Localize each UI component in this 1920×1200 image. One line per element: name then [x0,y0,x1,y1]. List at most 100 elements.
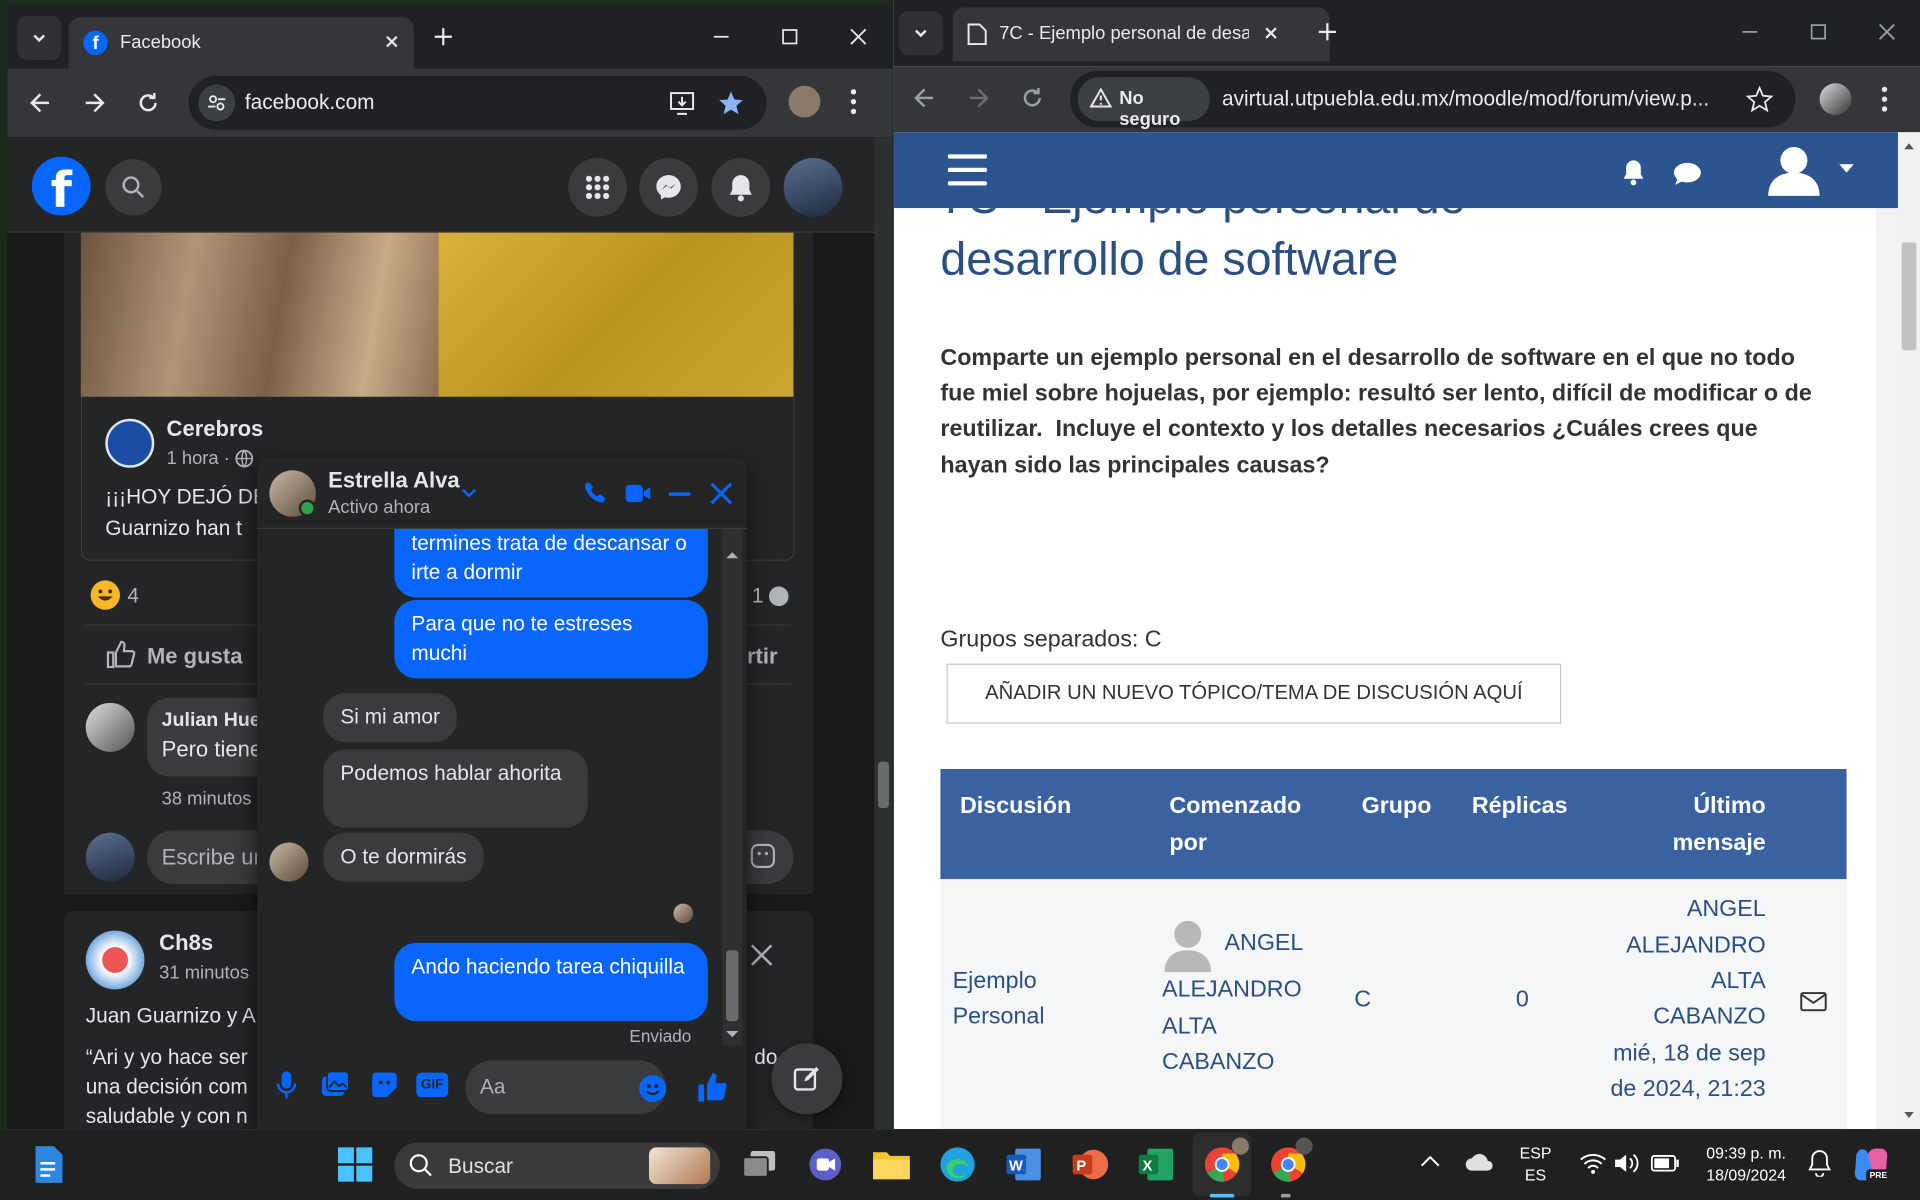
file-explorer-icon[interactable] [867,1140,916,1189]
post-time[interactable]: 31 minutos [159,962,249,983]
column-header-replies[interactable]: Réplicas [1472,789,1568,826]
messenger-icon[interactable] [639,157,698,217]
comment-time[interactable]: 38 minutos [162,789,252,810]
discussion-link-line2[interactable]: Personal [953,999,1045,1035]
close-window-icon[interactable] [1859,7,1915,56]
sticker-icon[interactable] [370,1070,399,1099]
add-discussion-button[interactable]: AÑADIR UN NUEVO TÓPICO/TEMA DE DISCUSIÓN… [946,663,1562,724]
edge-browser-icon[interactable] [933,1140,982,1189]
column-header-group[interactable]: Grupo [1362,789,1432,826]
volume-icon[interactable] [1614,1152,1641,1174]
notifications-bell-icon[interactable] [711,157,771,217]
widgets-app-icon[interactable] [24,1140,73,1189]
message-bubble-received[interactable]: Podemos hablar ahorita [323,749,588,828]
gif-button[interactable]: GIF [416,1072,449,1098]
language-indicator[interactable]: ESP ES [1511,1142,1560,1186]
haha-reaction-icon[interactable] [90,580,121,610]
message-bubble-sent[interactable]: termines trata de descansar o irte a dor… [394,528,708,598]
forward-icon[interactable] [81,89,108,116]
teams-meet-icon[interactable] [801,1140,850,1189]
facebook-logo-icon[interactable]: f [31,156,91,219]
profile-avatar[interactable] [788,85,821,118]
back-icon[interactable] [27,89,54,116]
emoji-icon[interactable] [639,1075,667,1103]
column-header-last-post[interactable]: Último mensaje [1607,789,1766,862]
scroll-down-icon[interactable] [726,1031,739,1038]
last-post-line4[interactable]: CABANZO [1570,999,1765,1035]
hamburger-menu-icon[interactable] [947,154,987,186]
sticker-icon[interactable] [749,842,776,869]
bookmark-star-icon[interactable] [718,89,745,116]
tab-moodle[interactable]: 7C - Ejemplo personal de desarr [952,7,1330,62]
site-info-icon[interactable] [198,84,236,122]
excel-app-icon[interactable]: X [1131,1140,1180,1189]
close-tab-icon[interactable] [1261,23,1281,43]
reload-icon[interactable] [1019,84,1046,111]
close-chat-icon[interactable] [710,482,733,505]
minimize-chat-icon[interactable] [668,492,691,497]
tab-facebook[interactable]: f Facebook [68,17,414,69]
reload-icon[interactable] [135,89,162,116]
started-by-line3[interactable]: ALTA [1162,1009,1217,1045]
share-button[interactable]: rtir [747,644,778,670]
minimize-icon[interactable] [1722,7,1778,56]
taskbar-search-box[interactable]: Buscar [394,1142,721,1189]
close-icon[interactable] [749,943,773,967]
user-menu-avatar-icon[interactable] [1766,142,1822,198]
last-post-date-line2[interactable]: de 2024, 21:23 [1570,1071,1765,1107]
started-by-line2[interactable]: ALEJANDRO [1162,972,1302,1008]
reaction-count[interactable]: 4 [127,584,139,608]
start-windows-icon[interactable] [331,1140,380,1189]
scroll-up-icon[interactable] [726,551,739,559]
post-author[interactable]: Ch8s [159,931,213,957]
column-header-started-by[interactable]: Comenzado por [1169,789,1328,862]
message-bubble-sent[interactable]: Para que no te estreses muchi [394,600,708,679]
notifications-bell-icon[interactable] [1621,159,1645,186]
post-author[interactable]: Cerebros [167,416,264,442]
page-avatar[interactable] [85,930,145,990]
address-bar[interactable]: facebook.com [188,75,767,130]
photo-icon[interactable] [321,1070,350,1099]
notification-bell-icon[interactable] [1807,1150,1831,1177]
address-bar[interactable]: No seguro avirtual.utpuebla.edu.mx/moodl… [1070,71,1796,130]
messages-chat-icon[interactable] [1673,162,1702,186]
chat-scrollbar-thumb[interactable] [726,950,739,1022]
chrome-menu-icon[interactable] [850,88,857,115]
message-bubble-received[interactable]: O te dormirás [323,832,484,882]
last-post-line1[interactable]: ANGEL [1570,891,1766,927]
chevron-down-icon[interactable] [460,487,477,499]
profile-avatar[interactable] [1819,83,1852,116]
scrollbar[interactable] [1897,132,1920,1129]
scroll-up-icon[interactable] [1904,142,1914,150]
menu-grid-icon[interactable] [568,157,627,217]
scrollbar-thumb[interactable] [877,761,889,809]
microphone-icon[interactable] [274,1070,298,1099]
video-call-icon[interactable] [624,482,651,504]
wifi-icon[interactable] [1580,1152,1607,1174]
new-tab-icon[interactable] [431,24,455,48]
onedrive-cloud-icon[interactable] [1465,1152,1494,1172]
like-icon[interactable] [105,639,137,671]
started-by-line4[interactable]: CABANZO [1162,1044,1274,1080]
new-tab-icon[interactable] [1315,20,1339,44]
forward-icon[interactable] [965,84,992,111]
chat-scrollbar[interactable] [722,528,743,1046]
security-chip[interactable]: No seguro [1077,77,1210,130]
like-button[interactable]: Me gusta [147,644,243,670]
new-message-button[interactable] [771,1043,843,1115]
last-post-line3[interactable]: ALTA [1570,964,1766,1000]
page-avatar[interactable] [105,418,155,468]
commenter-avatar[interactable] [85,702,135,752]
chevron-down-icon[interactable] [1839,164,1854,174]
last-post-line2[interactable]: ALEJANDRO [1570,928,1766,964]
column-header-discussion[interactable]: Discusión [960,789,1071,826]
back-icon[interactable] [911,84,938,111]
search-icon[interactable] [105,159,162,216]
install-app-icon[interactable] [670,91,697,115]
thumbs-up-icon[interactable] [696,1070,730,1104]
battery-icon[interactable] [1650,1155,1680,1172]
tab-search-button[interactable] [17,15,62,61]
powerpoint-app-icon[interactable]: P [1065,1140,1114,1189]
show-hidden-icons-chevron-icon[interactable] [1420,1155,1440,1167]
profile-avatar[interactable] [783,157,843,217]
